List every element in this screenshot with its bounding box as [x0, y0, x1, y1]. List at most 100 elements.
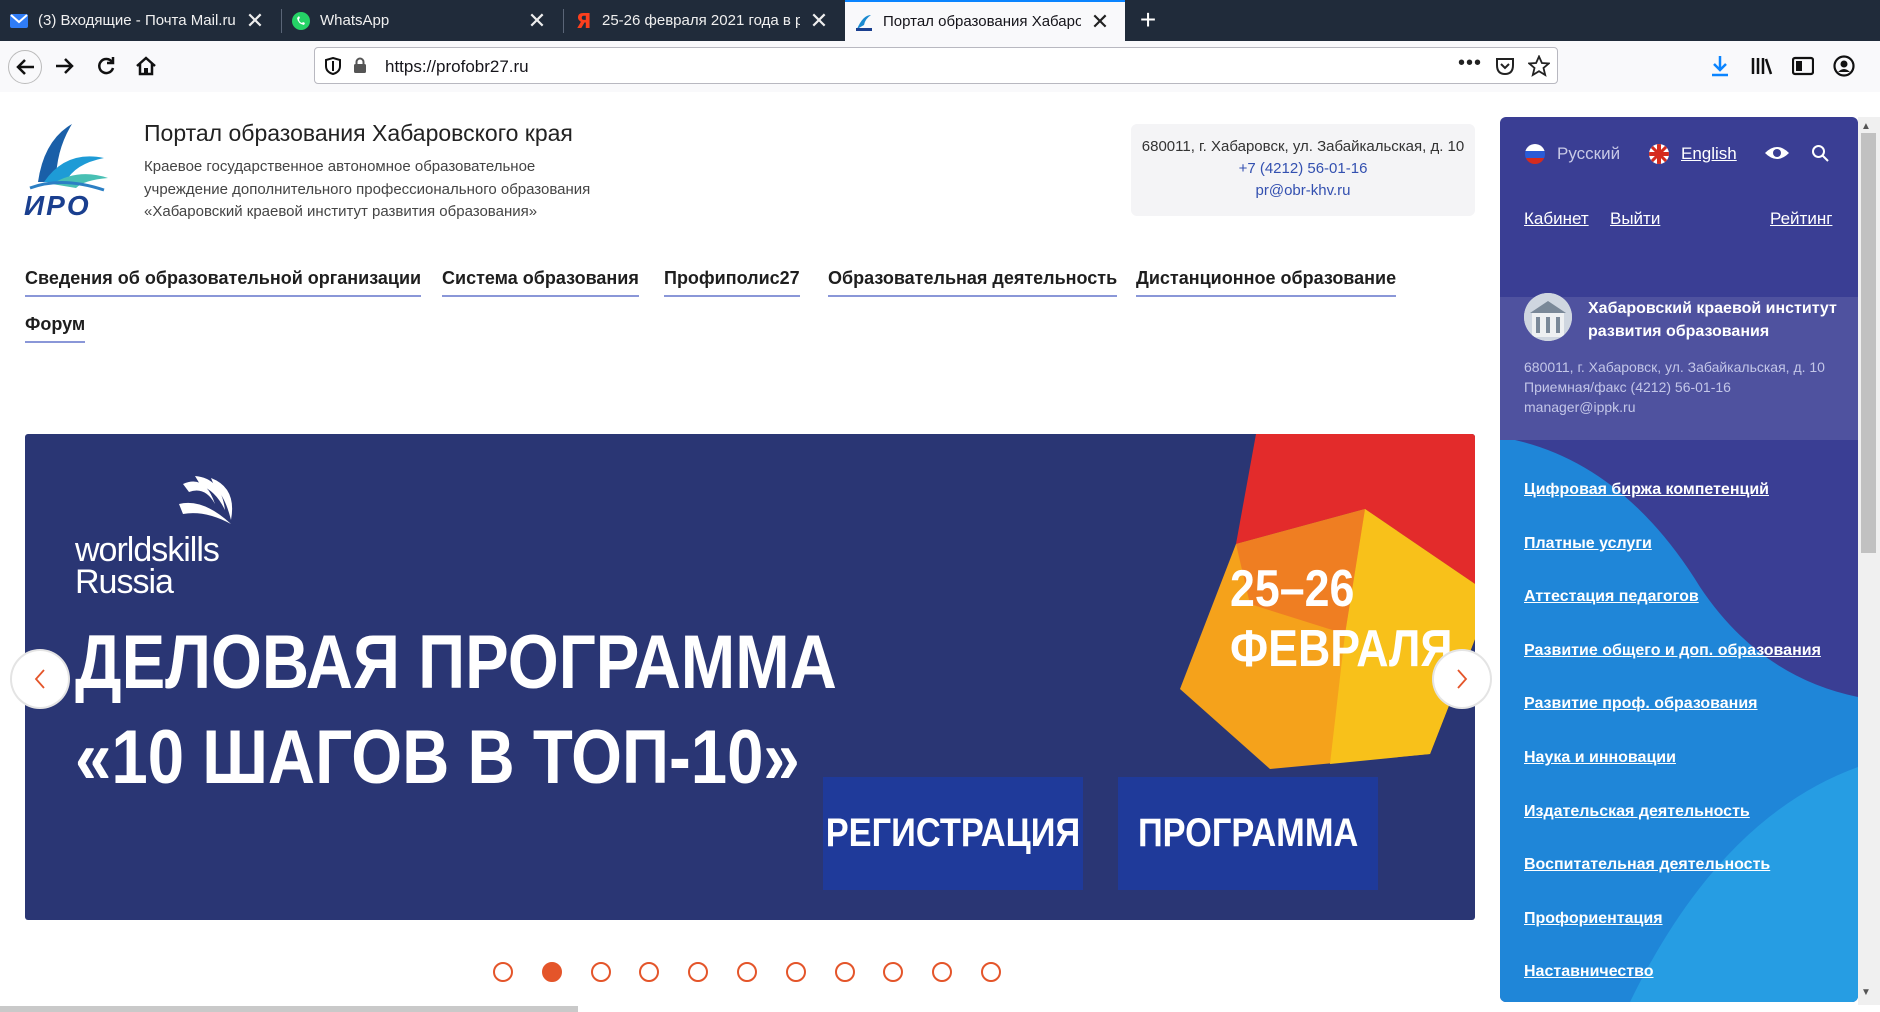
pocket-icon[interactable] [1495, 57, 1515, 75]
site-favicon [854, 12, 874, 32]
register-button[interactable]: РЕГИСТРАЦИЯ [823, 777, 1083, 890]
building-icon [1524, 293, 1572, 341]
slider-dot[interactable] [541, 962, 562, 982]
site-logo[interactable]: ИРО [22, 120, 110, 221]
whatsapp-icon [291, 11, 311, 31]
nav-item-educational-activity[interactable]: Образовательная деятельность [828, 268, 1118, 297]
library-button[interactable] [1745, 49, 1779, 83]
reload-button[interactable] [89, 49, 123, 83]
sidebar-link[interactable]: Развитие общего и доп. образования [1524, 642, 1821, 660]
banner-headline-1: ДЕЛОВАЯ ПРОГРАММА [75, 620, 837, 705]
lock-icon[interactable] [353, 57, 367, 74]
program-button[interactable]: ПРОГРАММА [1118, 777, 1378, 890]
russian-flag-icon [1525, 144, 1545, 164]
sidebar-link[interactable]: Профориентация [1524, 910, 1663, 928]
sidebar-link[interactable]: Аттестация педагогов [1524, 588, 1699, 606]
svg-text:Я: Я [576, 11, 590, 31]
scrollbar-thumb[interactable] [1861, 133, 1876, 553]
sidebar-link[interactable]: Развитие проф. образования [1524, 695, 1758, 713]
search-icon[interactable] [1811, 144, 1829, 162]
tab-yandex[interactable]: Я 25-26 февраля 2021 года в рамках ✕ [564, 0, 844, 41]
org-phone: Приемная/факс (4212) 56-01-16 [1524, 379, 1731, 395]
nav-item-distance-education[interactable]: Дистанционное образование [1136, 268, 1397, 297]
lang-russian[interactable]: Русский [1557, 144, 1620, 164]
slider-dot[interactable] [493, 962, 513, 982]
logout-link[interactable]: Выйти [1610, 209, 1660, 229]
org-name-line: Хабаровский краевой институт [1588, 300, 1837, 317]
new-tab-button[interactable]: + [1133, 5, 1163, 35]
close-tab-icon[interactable]: ✕ [244, 9, 266, 32]
sidebar-link[interactable]: Цифровая биржа компетенций [1524, 481, 1769, 499]
org-name-line: развития образования [1588, 323, 1770, 340]
reload-icon [98, 57, 115, 75]
slider-next-button[interactable] [1434, 651, 1490, 707]
slider-dot[interactable] [590, 962, 611, 982]
library-icon [1751, 58, 1773, 75]
slider-dot[interactable] [785, 962, 806, 982]
slider-dot[interactable] [981, 962, 1001, 982]
sidebar-link[interactable]: Платные услуги [1524, 535, 1652, 553]
scroll-down-icon[interactable]: ▼ [1861, 987, 1871, 998]
sidebar-icon [1792, 56, 1814, 76]
register-button-label: РЕГИСТРАЦИЯ [825, 811, 1081, 855]
vertical-scrollbar[interactable]: ▲ ▼ [1858, 117, 1880, 1005]
sidebar-link[interactable]: Наука и инновации [1524, 749, 1676, 767]
forward-button[interactable] [48, 49, 82, 83]
address-bar[interactable]: https://profobr27.ru ••• [314, 47, 1558, 84]
tab-portal[interactable]: Портал образования Хабаровск ✕ [845, 0, 1125, 41]
nav-item-education-system[interactable]: Система образования [442, 268, 639, 297]
yandex-icon: Я [573, 11, 593, 31]
chevron-left-icon [34, 669, 45, 689]
account-button[interactable] [1827, 49, 1861, 83]
tab-title: (3) Входящие - Почта Mail.ru [38, 12, 236, 29]
slider-prev-button[interactable] [12, 651, 68, 707]
org-avatar [1524, 293, 1572, 341]
uk-flag-icon [1649, 144, 1669, 164]
lang-english[interactable]: English [1681, 144, 1737, 164]
contact-email[interactable]: pr@obr-khv.ru [1131, 180, 1475, 202]
home-button[interactable] [129, 49, 163, 83]
url-text[interactable]: https://profobr27.ru [385, 57, 529, 77]
mail-icon [9, 11, 29, 31]
page-actions-icon[interactable]: ••• [1458, 52, 1482, 75]
worldskills-wordmark: worldskills Russia [75, 533, 220, 601]
org-address: 680011, г. Хабаровск, ул. Забайкальская,… [1524, 359, 1825, 375]
sidebar-toggle-button[interactable] [1786, 49, 1820, 83]
right-sidebar: Русский English Кабинет Выйти Рейтинг Ха… [1500, 117, 1858, 1002]
cabinet-link[interactable]: Кабинет [1524, 209, 1589, 229]
close-tab-icon[interactable]: ✕ [808, 9, 830, 32]
rating-link[interactable]: Рейтинг [1770, 209, 1832, 229]
banner-headline-2: «10 ШАГОВ В ТОП-10» [75, 715, 800, 800]
slider-dot[interactable] [834, 962, 855, 982]
org-subtitle-line: Краевое государственное автономное образ… [144, 158, 536, 175]
slider-dot[interactable] [737, 962, 757, 982]
hero-banner[interactable]: worldskills Russia ДЕЛОВАЯ ПРОГРАММА «10… [25, 434, 1475, 920]
horizontal-scrollbar[interactable] [0, 1006, 578, 1012]
org-email[interactable]: manager@ippk.ru [1524, 397, 1825, 417]
tab-mail[interactable]: (3) Входящие - Почта Mail.ru ✕ [0, 0, 280, 41]
scroll-up-icon[interactable]: ▲ [1861, 121, 1871, 132]
forward-arrow-icon [56, 58, 74, 74]
tab-title: WhatsApp [320, 12, 390, 29]
bookmark-star-icon[interactable] [1528, 55, 1550, 77]
close-tab-icon[interactable]: ✕ [1089, 10, 1111, 33]
sidebar-link[interactable]: Воспитательная деятельность [1524, 856, 1770, 874]
nav-item-about[interactable]: Сведения об образовательной организации [25, 268, 422, 297]
brand-line-2: Russia [75, 563, 174, 601]
contact-phone[interactable]: +7 (4212) 56-01-16 [1131, 158, 1475, 180]
tab-whatsapp[interactable]: WhatsApp ✕ [282, 0, 562, 41]
contact-address: 680011, г. Хабаровск, ул. Забайкальская,… [1141, 138, 1465, 155]
sidebar-link[interactable]: Наставничество [1524, 963, 1654, 981]
nav-item-profipolis[interactable]: Профиполис27 [664, 268, 800, 297]
tab-title: 25-26 февраля 2021 года в рамках [602, 12, 800, 29]
tab-title: Портал образования Хабаровск [883, 13, 1081, 30]
downloads-button[interactable] [1703, 49, 1737, 83]
sidebar-link[interactable]: Издательская деятельность [1524, 803, 1750, 821]
accessibility-eye-icon[interactable] [1764, 145, 1790, 161]
close-tab-icon[interactable]: ✕ [526, 9, 548, 32]
tracking-shield-icon[interactable] [325, 57, 341, 75]
nav-item-forum[interactable]: Форум [25, 314, 86, 343]
account-icon [1833, 55, 1855, 77]
back-button[interactable] [8, 50, 42, 84]
org-subtitle-line: учреждение дополнительного профессиональ… [144, 181, 591, 198]
